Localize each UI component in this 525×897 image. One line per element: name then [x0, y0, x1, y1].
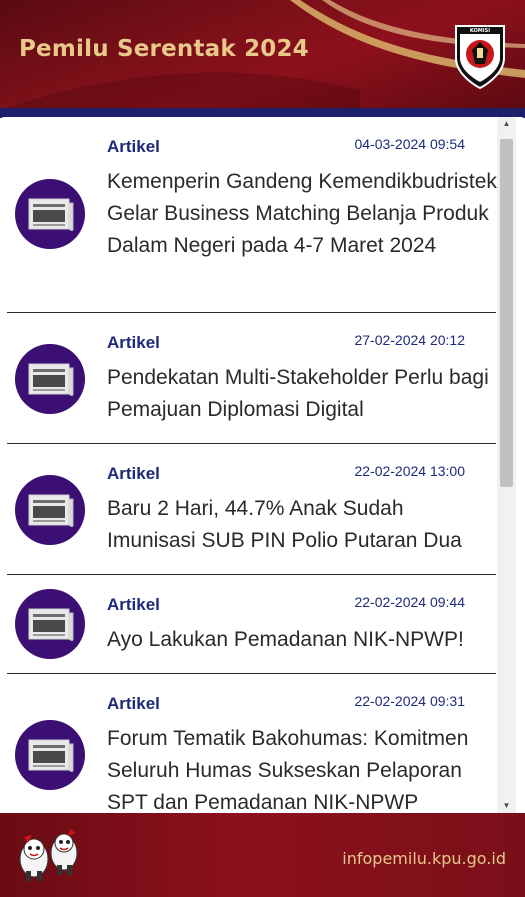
newspaper-icon — [15, 475, 85, 545]
article-item[interactable]: Artikel 27-02-2024 20:12 Pendekatan Mult… — [7, 313, 496, 444]
svg-text:KOMISI: KOMISI — [470, 28, 490, 34]
article-date: 22-02-2024 09:31 — [354, 693, 465, 709]
article-category: Artikel — [107, 464, 160, 483]
article-date: 04-03-2024 09:54 — [354, 136, 465, 152]
article-list: Artikel 04-03-2024 09:54 Kemenperin Gand… — [0, 117, 497, 813]
article-item[interactable]: Artikel 04-03-2024 09:54 Kemenperin Gand… — [7, 117, 497, 313]
article-title[interactable]: Baru 2 Hari, 44.7% Anak Sudah Imunisasi … — [107, 493, 497, 557]
article-title[interactable]: Kemenperin Gandeng Kemendikbudristek Gel… — [107, 166, 497, 262]
footer-website-link[interactable]: infopemilu.kpu.go.id — [342, 849, 506, 868]
scrollbar-thumb[interactable] — [500, 139, 513, 487]
article-title[interactable]: Forum Tematik Bakohumas: Komitmen Seluru… — [107, 723, 497, 813]
article-date: 27-02-2024 20:12 — [354, 332, 465, 348]
article-title[interactable]: Pendekatan Multi-Stakeholder Perlu bagi … — [107, 362, 497, 426]
newspaper-icon — [15, 720, 85, 790]
newspaper-icon — [15, 589, 85, 659]
article-title[interactable]: Ayo Lakukan Pemadanan NIK-NPWP! — [107, 624, 497, 656]
scroll-up-arrow-icon[interactable]: ▲ — [497, 117, 516, 131]
page-title: Pemilu Serentak 2024 — [19, 36, 309, 62]
article-category: Artikel — [107, 333, 160, 352]
app-footer: infopemilu.kpu.go.id — [0, 813, 525, 897]
article-date: 22-02-2024 09:44 — [354, 594, 465, 610]
list-scrollbar[interactable]: ▲ ▼ — [497, 117, 516, 813]
article-list-container[interactable]: Artikel 04-03-2024 09:54 Kemenperin Gand… — [0, 117, 525, 813]
article-category: Artikel — [107, 595, 160, 614]
article-item[interactable]: Artikel 22-02-2024 09:44 Ayo Lakukan Pem… — [7, 575, 496, 674]
kpu-logo-icon: KOMISI — [455, 25, 505, 90]
newspaper-icon — [15, 344, 85, 414]
article-item[interactable]: Artikel 22-02-2024 13:00 Baru 2 Hari, 44… — [7, 444, 496, 575]
app-header: Pemilu Serentak 2024 KOMISI — [0, 0, 525, 110]
article-category: Artikel — [107, 694, 160, 713]
article-item[interactable]: Artikel 22-02-2024 09:31 Forum Tematik B… — [7, 674, 496, 813]
article-category: Artikel — [107, 137, 160, 156]
newspaper-icon — [15, 179, 85, 249]
mascot-icon — [19, 829, 78, 881]
article-date: 22-02-2024 13:00 — [354, 463, 465, 479]
scroll-down-arrow-icon[interactable]: ▼ — [497, 799, 516, 813]
